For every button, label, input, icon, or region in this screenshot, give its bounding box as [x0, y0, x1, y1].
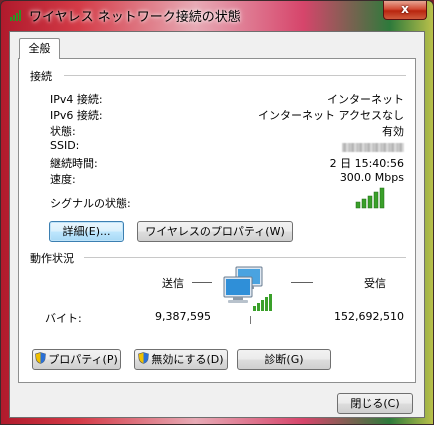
ssid-label: SSID: — [50, 139, 80, 152]
bytes-sent-value: 9,387,595 — [155, 310, 211, 323]
activity-group-heading: 動作状況 — [30, 252, 74, 265]
wireless-network-icon — [9, 8, 23, 22]
disable-button[interactable]: 無効にする(D) — [134, 349, 228, 370]
diagnose-button[interactable]: 診断(G) — [237, 349, 331, 370]
speed-label: 速度: — [50, 173, 76, 186]
wireless-properties-button[interactable]: ワイヤレスのプロパティ(W) — [137, 221, 293, 242]
ipv4-value: インターネット — [327, 93, 404, 106]
received-line — [291, 282, 313, 283]
bytes-received-value: 152,692,510 — [334, 310, 404, 323]
disable-button-label: 無効にする(D) — [151, 353, 224, 366]
uac-shield-icon — [138, 351, 150, 370]
details-button[interactable]: 詳細(E)... — [49, 221, 124, 242]
duration-value: 2 日 15:40:56 — [329, 157, 404, 170]
signal-strength-icon — [355, 187, 385, 212]
uac-shield-icon — [35, 351, 47, 370]
state-label: 状態: — [50, 125, 76, 138]
activity-divider — [84, 257, 406, 258]
sent-label: 送信 — [162, 277, 184, 290]
connection-group-heading: 接続 — [30, 70, 52, 83]
ipv6-value: インターネット アクセスなし — [258, 109, 404, 122]
close-window-button[interactable]: x — [383, 1, 427, 20]
network-computers-icon — [222, 265, 278, 318]
properties-button-label: プロパティ(P) — [48, 353, 118, 366]
connection-divider — [64, 75, 406, 76]
tab-general[interactable]: 全般 — [19, 38, 60, 59]
activity-tick — [250, 316, 251, 324]
window-title: ワイヤレス ネットワーク接続の状態 — [29, 10, 241, 25]
speed-value: 300.0 Mbps — [339, 171, 404, 184]
sent-line — [192, 282, 212, 283]
dialog-window: ワイヤレス ネットワーク接続の状態 x 全般 接続 IPv4 接続: インターネ… — [0, 0, 434, 425]
ipv4-label: IPv4 接続: — [50, 93, 103, 106]
received-label: 受信 — [364, 277, 386, 290]
dialog-client-area: 全般 接続 IPv4 接続: インターネット IPv6 接続: インターネット … — [9, 31, 425, 418]
ipv6-label: IPv6 接続: — [50, 109, 103, 122]
bytes-label: バイト: — [45, 312, 82, 325]
signal-label: シグナルの状態: — [50, 197, 131, 210]
title-bar[interactable]: ワイヤレス ネットワーク接続の状態 x — [1, 1, 433, 31]
general-tab-panel: 接続 IPv4 接続: インターネット IPv6 接続: インターネット アクセ… — [18, 58, 416, 383]
properties-button[interactable]: プロパティ(P) — [32, 349, 121, 370]
duration-label: 継続時間: — [50, 157, 98, 170]
ssid-value-redacted — [342, 140, 404, 153]
close-button[interactable]: 閉じる(C) — [337, 393, 413, 414]
state-value: 有効 — [382, 125, 404, 138]
